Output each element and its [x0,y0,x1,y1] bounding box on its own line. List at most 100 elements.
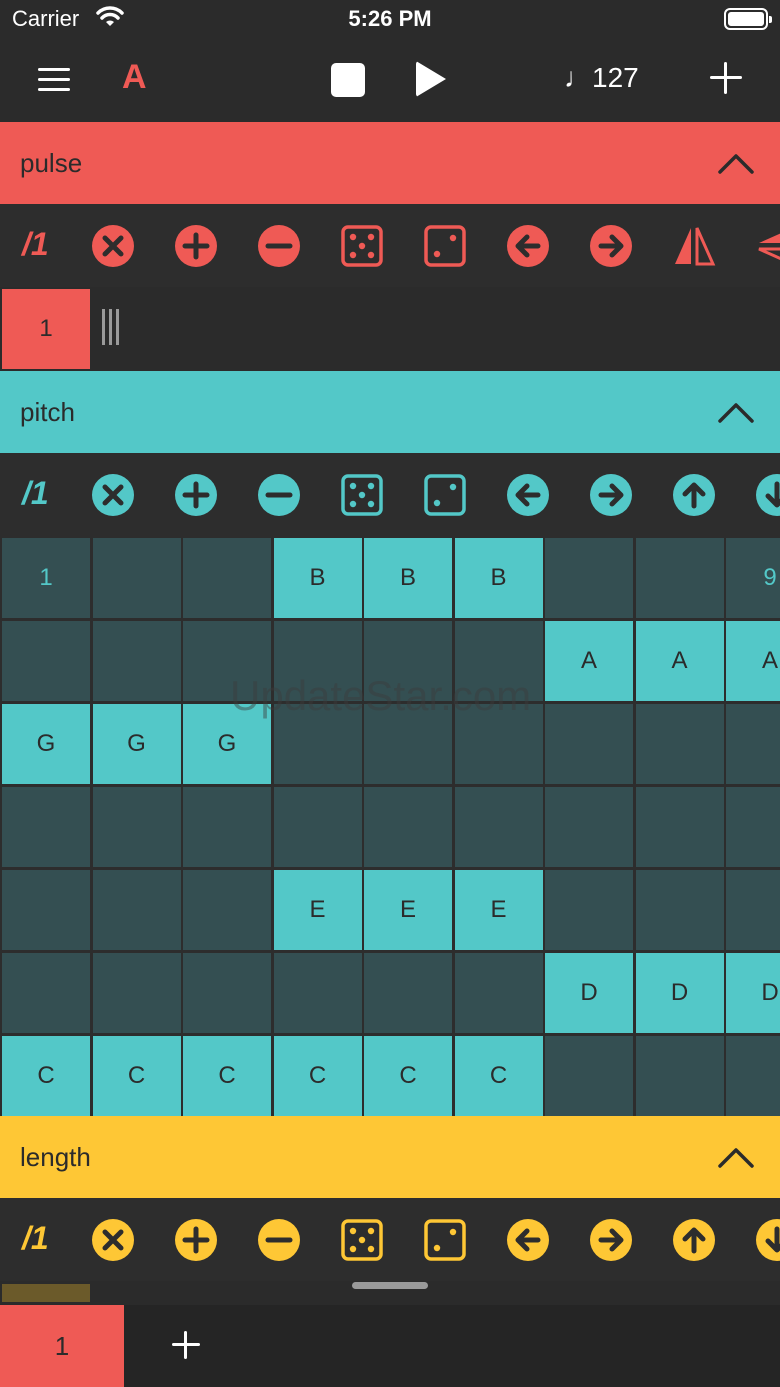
chevron-up-icon[interactable] [718,401,754,423]
pitch-cell[interactable] [183,538,271,618]
pitch-cell[interactable] [454,953,543,1033]
length-step[interactable] [2,1284,90,1302]
shift-right-icon[interactable] [589,1218,633,1262]
shift-right-icon[interactable] [589,473,633,517]
pattern-tab[interactable]: 1 [0,1305,124,1387]
pitch-cell[interactable]: D [635,953,724,1033]
pitch-cell[interactable]: C [2,1036,90,1116]
remove-icon[interactable] [257,1218,301,1262]
pitch-cell[interactable] [273,787,362,867]
pitch-cell[interactable] [183,870,271,950]
shift-up-icon[interactable] [672,1218,716,1262]
shift-left-icon[interactable] [506,473,550,517]
flip-icon[interactable] [755,224,780,268]
shift-left-icon[interactable] [506,1218,550,1262]
pitch-cell[interactable] [454,704,543,784]
remove-icon[interactable] [257,224,301,268]
pitch-cell[interactable] [545,538,633,618]
add-pattern-button[interactable] [170,1329,202,1361]
add-track-button[interactable] [708,60,744,96]
pitch-cell[interactable] [454,621,543,701]
pitch-cell[interactable] [545,787,633,867]
clear-icon[interactable] [91,1218,135,1262]
pitch-cell[interactable]: E [273,870,362,950]
pitch-cell[interactable] [92,953,181,1033]
pitch-cell[interactable]: C [454,1036,543,1116]
remove-icon[interactable] [257,473,301,517]
chevron-up-icon[interactable] [718,152,754,174]
randomize-single-icon[interactable] [423,224,467,268]
pitch-cell[interactable] [364,953,452,1033]
clear-icon[interactable] [91,473,135,517]
clear-icon[interactable] [91,224,135,268]
clock-divider[interactable]: /1 [22,226,49,263]
randomize-single-icon[interactable] [423,1218,467,1262]
randomize-icon[interactable] [340,1218,384,1262]
pitch-cell[interactable] [183,953,271,1033]
pitch-cell[interactable]: C [273,1036,362,1116]
pitch-cell[interactable] [635,538,724,618]
pitch-cell[interactable] [92,538,181,618]
pitch-cell[interactable] [2,787,90,867]
pitch-cell[interactable]: B [364,538,452,618]
clock-divider[interactable]: /1 [22,475,49,512]
pitch-cell[interactable] [364,787,452,867]
pitch-cell[interactable]: B [273,538,362,618]
pitch-cell[interactable]: A [726,621,780,701]
pitch-cell[interactable] [545,704,633,784]
shift-left-icon[interactable] [506,224,550,268]
shift-right-icon[interactable] [589,224,633,268]
pitch-cell[interactable]: G [183,704,271,784]
pitch-cell[interactable] [726,787,780,867]
pattern-selector[interactable]: A [122,58,147,97]
pitch-cell[interactable]: 9 [726,538,780,618]
track-header-length[interactable]: length [0,1116,780,1198]
pitch-cell[interactable] [364,621,452,701]
pitch-cell[interactable]: C [183,1036,271,1116]
add-icon[interactable] [174,473,218,517]
play-button[interactable] [416,61,446,97]
pitch-cell[interactable] [726,704,780,784]
pitch-cell[interactable] [726,1036,780,1116]
track-header-pitch[interactable]: pitch [0,371,780,453]
randomize-icon[interactable] [340,473,384,517]
pitch-cell[interactable] [545,870,633,950]
pitch-cell[interactable]: A [635,621,724,701]
pitch-cell[interactable]: G [92,704,181,784]
pitch-cell[interactable]: D [726,953,780,1033]
shift-down-icon[interactable] [755,1218,780,1262]
pitch-cell[interactable] [2,621,90,701]
pitch-cell[interactable]: C [364,1036,452,1116]
pitch-cell[interactable] [635,787,724,867]
pitch-cell[interactable] [635,870,724,950]
shift-down-icon[interactable] [755,473,780,517]
pitch-cell[interactable] [183,787,271,867]
pitch-cell[interactable] [92,787,181,867]
pitch-cell[interactable] [364,704,452,784]
pitch-cell[interactable] [454,787,543,867]
pitch-cell[interactable] [92,870,181,950]
pitch-cell[interactable]: C [92,1036,181,1116]
shift-up-icon[interactable] [672,473,716,517]
pitch-cell[interactable]: A [545,621,633,701]
pitch-cell[interactable] [183,621,271,701]
randomize-icon[interactable] [340,224,384,268]
pitch-cell[interactable] [545,1036,633,1116]
pitch-cell[interactable] [273,704,362,784]
pitch-cell[interactable]: G [2,704,90,784]
pitch-cell[interactable] [635,704,724,784]
pitch-cell[interactable] [726,870,780,950]
track-header-pulse[interactable]: pulse [0,122,780,204]
mirror-icon[interactable] [672,224,716,268]
pitch-cell[interactable]: E [364,870,452,950]
add-icon[interactable] [174,1218,218,1262]
pitch-cell[interactable]: B [454,538,543,618]
pitch-cell[interactable] [273,953,362,1033]
pitch-cell[interactable] [635,1036,724,1116]
pitch-cell[interactable] [2,953,90,1033]
randomize-single-icon[interactable] [423,473,467,517]
clock-divider[interactable]: /1 [22,1220,49,1257]
tempo-button[interactable]: ♩127 [564,62,639,94]
pulse-step[interactable]: 1 [2,289,90,369]
pitch-cell[interactable]: E [454,870,543,950]
